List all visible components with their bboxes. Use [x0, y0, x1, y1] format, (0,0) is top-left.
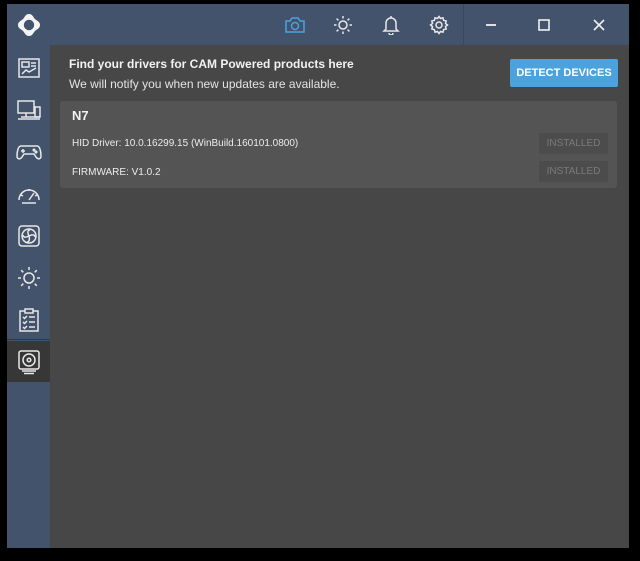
sidebar-item-lighting[interactable] — [7, 257, 50, 298]
camera-button[interactable] — [275, 4, 315, 45]
maximize-button[interactable] — [524, 4, 564, 45]
lighting-sun-icon — [17, 266, 40, 289]
camera-icon — [285, 16, 305, 33]
sidebar-item-drivers[interactable] — [7, 341, 50, 382]
firmware-status-button: INSTALLED — [539, 161, 608, 182]
maximize-icon — [538, 18, 550, 31]
gamepad-icon — [15, 144, 42, 160]
driver-label-firmware: FIRMWARE: V1.0.2 — [72, 167, 161, 178]
settings-button[interactable] — [419, 4, 459, 45]
banner-subtitle: We will notify you when new updates are … — [69, 77, 340, 91]
speedometer-icon — [17, 188, 40, 204]
topbar-divider — [463, 4, 464, 45]
sidebar-item-dashboard[interactable] — [7, 47, 50, 88]
notifications-button[interactable] — [371, 4, 411, 45]
pc-monitor-icon — [16, 99, 41, 120]
brightness-button[interactable] — [323, 4, 363, 45]
device-name: N7 — [72, 108, 89, 123]
gear-icon — [429, 14, 449, 35]
sidebar-item-performance[interactable] — [7, 173, 50, 214]
sidebar-divider — [7, 339, 50, 340]
fan-icon — [17, 224, 40, 247]
sidebar — [7, 4, 50, 548]
bell-icon — [382, 15, 400, 35]
close-icon — [593, 18, 605, 31]
detect-devices-button[interactable]: DETECT DEVICES — [510, 59, 618, 87]
close-button[interactable] — [579, 4, 619, 45]
banner-title: Find your drivers for CAM Powered produc… — [69, 57, 354, 71]
sidebar-item-checklist[interactable] — [7, 299, 50, 340]
minimize-icon — [486, 23, 496, 26]
driver-label-hid: HID Driver: 10.0.16299.15 (WinBuild.1601… — [72, 138, 299, 149]
dashboard-icon — [17, 57, 40, 78]
app-window: Find your drivers for CAM Powered produc… — [7, 4, 629, 548]
main-content: Find your drivers for CAM Powered produc… — [50, 45, 629, 548]
brightness-icon — [334, 15, 352, 34]
sidebar-item-fan[interactable] — [7, 215, 50, 256]
hid-driver-status-button: INSTALLED — [539, 133, 608, 154]
sidebar-item-gamepad[interactable] — [7, 131, 50, 172]
checklist-icon — [18, 307, 39, 332]
cam-logo-icon[interactable] — [7, 4, 50, 45]
minimize-button[interactable] — [471, 4, 511, 45]
device-card: N7 HID Driver: 10.0.16299.15 (WinBuild.1… — [60, 101, 617, 188]
drivers-disc-icon — [17, 349, 40, 374]
top-bar — [50, 4, 629, 45]
sidebar-item-pc[interactable] — [7, 89, 50, 130]
